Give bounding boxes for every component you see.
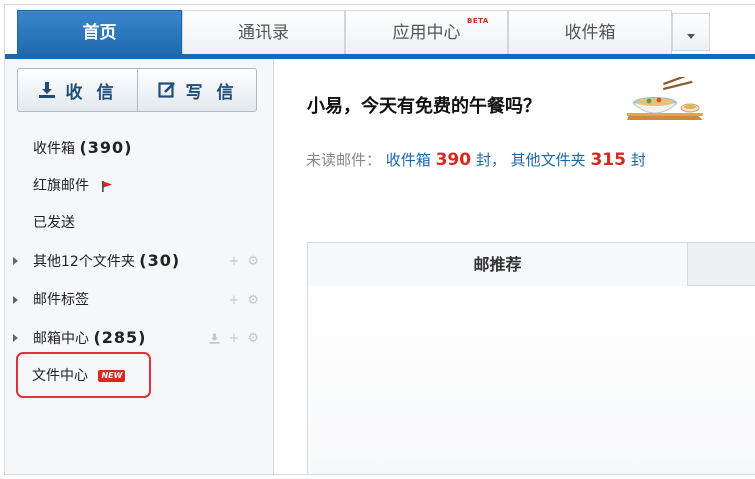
other-folders-actions: + ⚙: [228, 249, 259, 273]
inbox-unread-count[interactable]: 390: [436, 150, 472, 170]
recommend-panel: [307, 286, 755, 474]
other-folders-count: (30): [139, 251, 181, 270]
tab-app-center[interactable]: 应用中心 BETA: [345, 10, 508, 54]
sidebar-item-inbox-label: 收件箱: [33, 141, 75, 157]
sidebar-item-inbox[interactable]: 收件箱 (390): [33, 136, 132, 160]
add-mailbox-icon[interactable]: +: [228, 332, 239, 345]
download-icon[interactable]: [209, 333, 220, 344]
mailbox-center-actions: + ⚙: [209, 326, 259, 350]
greeting-text: 小易，今天有免费的午餐吗？: [307, 96, 541, 117]
chevron-down-icon: [687, 34, 695, 39]
tab-inbox[interactable]: 收件箱: [508, 10, 672, 54]
more-tabs-dropdown[interactable]: [672, 13, 710, 51]
tags-actions: + ⚙: [228, 288, 259, 312]
expand-arrow-icon[interactable]: [13, 334, 18, 342]
edit-icon: [157, 82, 175, 98]
unit-label: 封: [630, 151, 646, 169]
mailbox-settings-gear-icon[interactable]: ⚙: [247, 332, 259, 345]
sidebar-item-flagged[interactable]: 红旗邮件: [33, 174, 113, 198]
tab-recommend-label: 邮推荐: [473, 255, 522, 274]
top-tab-bar: 首页 通讯录 应用中心 BETA 收件箱: [5, 5, 755, 59]
expand-arrow-icon[interactable]: [13, 296, 18, 304]
inbox-count: (390): [79, 138, 133, 157]
red-flag-icon: [102, 181, 113, 192]
main-content: 小易，今天有免费的午餐吗？ 未读邮件： 收件箱 390 封， 其他文件夹 315…: [275, 59, 755, 474]
other-folders-link[interactable]: 其他文件夹: [511, 151, 586, 169]
unread-label: 未读邮件：: [306, 151, 382, 169]
sidebar-item-tags[interactable]: 邮件标签: [33, 288, 89, 312]
expand-arrow-icon[interactable]: [13, 257, 18, 265]
tab-contacts-label: 通讯录: [238, 23, 289, 43]
folder-settings-gear-icon[interactable]: ⚙: [247, 255, 259, 268]
sidebar-item-mailbox-center[interactable]: 邮箱中心 (285): [33, 326, 146, 350]
receive-mail-label: 收 信: [65, 82, 118, 103]
beta-badge: BETA: [467, 17, 489, 25]
tab-home-label: 首页: [82, 23, 117, 43]
mail-window: 首页 通讯录 应用中心 BETA 收件箱 收 信 写 信 收件箱 (390) 红…: [4, 4, 755, 475]
other-unread-count[interactable]: 315: [590, 150, 626, 170]
highlight-annotation: [16, 352, 151, 398]
write-mail-button[interactable]: 写 信: [138, 69, 257, 111]
tab-inbox-label: 收件箱: [564, 23, 616, 43]
unread-summary: 未读邮件： 收件箱 390 封， 其他文件夹 315 封: [306, 149, 646, 170]
download-icon: [38, 82, 55, 98]
unit-label: 封，: [475, 151, 506, 169]
receive-mail-button[interactable]: 收 信: [18, 69, 138, 111]
tag-settings-gear-icon[interactable]: ⚙: [247, 294, 259, 307]
tab-home[interactable]: 首页: [17, 10, 182, 59]
sidebar-item-mailbox-center-label: 邮箱中心: [33, 331, 89, 347]
sidebar-item-flagged-label: 红旗邮件: [33, 178, 89, 194]
inbox-link[interactable]: 收件箱: [386, 151, 431, 169]
tab-app-center-label: 应用中心: [392, 23, 461, 43]
tab-recommend[interactable]: 邮推荐: [307, 242, 688, 286]
add-tag-icon[interactable]: +: [228, 294, 239, 307]
sidebar-item-sent[interactable]: 已发送: [33, 211, 75, 235]
sidebar-item-other-folders-label: 其他12个文件夹: [33, 254, 135, 270]
sidebar-item-other-folders[interactable]: 其他12个文件夹 (30): [33, 249, 180, 273]
sidebar-item-tags-label: 邮件标签: [33, 292, 89, 308]
lunch-bowl-icon: [627, 77, 703, 120]
mailbox-center-count: (285): [93, 328, 147, 347]
write-mail-label: 写 信: [185, 82, 238, 103]
compose-button-group: 收 信 写 信: [17, 68, 257, 112]
sidebar-item-sent-label: 已发送: [33, 215, 75, 231]
sidebar: 收 信 写 信 收件箱 (390) 红旗邮件 已发送 其他12个文件夹 (30)…: [5, 59, 274, 474]
tab-contacts[interactable]: 通讯录: [182, 10, 345, 54]
add-folder-icon[interactable]: +: [228, 255, 239, 268]
tab-secondary[interactable]: [688, 242, 755, 286]
